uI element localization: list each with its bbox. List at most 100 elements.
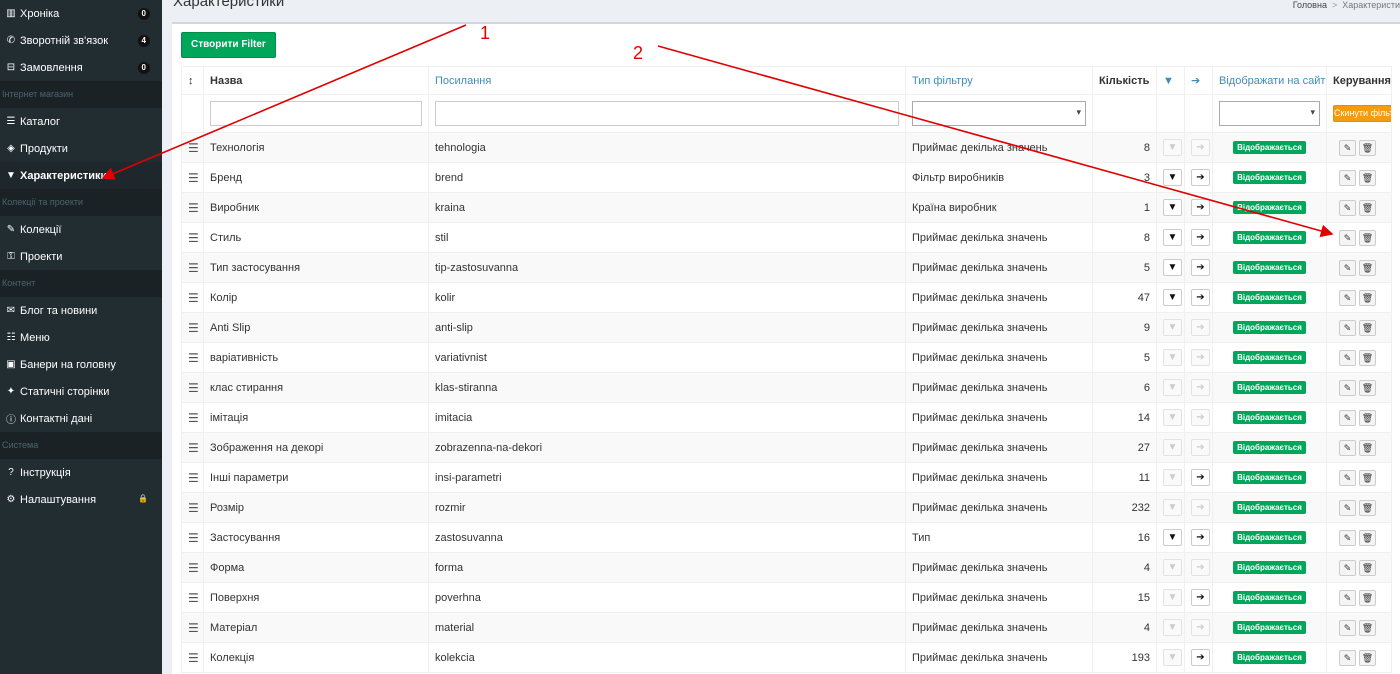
- status-badge[interactable]: Відображається: [1233, 381, 1306, 394]
- drag-handle-icon[interactable]: ☰: [181, 252, 204, 283]
- sidebar-item-14[interactable]: ✦ Статичні сторінки: [0, 378, 162, 405]
- arrow-right-icon[interactable]: ➔: [1191, 289, 1210, 306]
- filter-toggle-icon[interactable]: ▼: [1163, 499, 1182, 516]
- sidebar-item-4[interactable]: ☰ Каталог: [0, 108, 162, 135]
- delete-icon[interactable]: 🗑: [1359, 319, 1376, 336]
- status-badge[interactable]: Відображається: [1233, 261, 1306, 274]
- status-badge[interactable]: Відображається: [1233, 471, 1306, 484]
- filter-toggle-icon[interactable]: ▼: [1163, 619, 1182, 636]
- edit-icon[interactable]: ✎: [1339, 379, 1356, 396]
- status-badge[interactable]: Відображається: [1233, 171, 1306, 184]
- create-filter-button[interactable]: Створити Filter: [181, 32, 276, 58]
- drag-handle-icon[interactable]: ☰: [181, 552, 204, 583]
- drag-handle-icon[interactable]: ☰: [181, 582, 204, 613]
- breadcrumb-home[interactable]: Головна: [1293, 0, 1327, 10]
- filter-toggle-icon[interactable]: ▼: [1163, 349, 1182, 366]
- drag-handle-icon[interactable]: ☰: [181, 222, 204, 253]
- edit-icon[interactable]: ✎: [1339, 499, 1356, 516]
- edit-icon[interactable]: ✎: [1339, 319, 1356, 336]
- drag-handle-icon[interactable]: ☰: [181, 402, 204, 433]
- filter-toggle-icon[interactable]: ▼: [1163, 379, 1182, 396]
- sidebar-item-1[interactable]: ✆ Зворотній зв'язок 4: [0, 27, 162, 54]
- arrow-right-icon[interactable]: ➔: [1191, 169, 1210, 186]
- sidebar-item-5[interactable]: ◈ Продукти: [0, 135, 162, 162]
- edit-icon[interactable]: ✎: [1339, 559, 1356, 576]
- delete-icon[interactable]: 🗑: [1359, 589, 1376, 606]
- drag-handle-icon[interactable]: ☰: [181, 522, 204, 553]
- status-badge[interactable]: Відображається: [1233, 201, 1306, 214]
- status-badge[interactable]: Відображається: [1233, 591, 1306, 604]
- arrow-right-icon[interactable]: ➔: [1191, 319, 1210, 336]
- delete-icon[interactable]: 🗑: [1359, 499, 1376, 516]
- delete-icon[interactable]: 🗑: [1359, 139, 1376, 156]
- edit-icon[interactable]: ✎: [1339, 619, 1356, 636]
- drag-handle-icon[interactable]: ☰: [181, 312, 204, 343]
- edit-icon[interactable]: ✎: [1339, 589, 1356, 606]
- sidebar-item-0[interactable]: ▥ Хроніка 0: [0, 0, 162, 27]
- arrow-right-icon[interactable]: ➔: [1191, 139, 1210, 156]
- arrow-column-icon[interactable]: ➔: [1184, 66, 1213, 95]
- sidebar-item-12[interactable]: ☷ Меню: [0, 324, 162, 351]
- delete-icon[interactable]: 🗑: [1359, 199, 1376, 216]
- drag-handle-icon[interactable]: ☰: [181, 162, 204, 193]
- filter-toggle-icon[interactable]: ▼: [1163, 229, 1182, 246]
- sidebar-item-17[interactable]: ? Інструкція: [0, 459, 162, 486]
- arrow-right-icon[interactable]: ➔: [1191, 409, 1210, 426]
- delete-icon[interactable]: 🗑: [1359, 229, 1376, 246]
- edit-icon[interactable]: ✎: [1339, 199, 1356, 216]
- drag-handle-icon[interactable]: ☰: [181, 282, 204, 313]
- sort-column-header[interactable]: ↕: [181, 66, 204, 95]
- filter-toggle-icon[interactable]: ▼: [1163, 529, 1182, 546]
- arrow-right-icon[interactable]: ➔: [1191, 199, 1210, 216]
- edit-icon[interactable]: ✎: [1339, 529, 1356, 546]
- arrow-right-icon[interactable]: ➔: [1191, 229, 1210, 246]
- sidebar-item-13[interactable]: ▣ Банери на головну: [0, 351, 162, 378]
- visible-filter-select[interactable]: [1219, 101, 1320, 126]
- arrow-right-icon[interactable]: ➔: [1191, 379, 1210, 396]
- delete-icon[interactable]: 🗑: [1359, 259, 1376, 276]
- edit-icon[interactable]: ✎: [1339, 259, 1356, 276]
- filter-toggle-icon[interactable]: ▼: [1163, 139, 1182, 156]
- arrow-right-icon[interactable]: ➔: [1191, 619, 1210, 636]
- drag-handle-icon[interactable]: ☰: [181, 192, 204, 223]
- type-column-header[interactable]: Тип фільтру: [905, 66, 1093, 95]
- arrow-right-icon[interactable]: ➔: [1191, 529, 1210, 546]
- delete-icon[interactable]: 🗑: [1359, 169, 1376, 186]
- edit-icon[interactable]: ✎: [1339, 469, 1356, 486]
- filter-column-icon[interactable]: ▼: [1156, 66, 1185, 95]
- sidebar-item-18[interactable]: ⚙ Налаштування 🔒: [0, 486, 162, 513]
- arrow-right-icon[interactable]: ➔: [1191, 649, 1210, 666]
- delete-icon[interactable]: 🗑: [1359, 529, 1376, 546]
- delete-icon[interactable]: 🗑: [1359, 469, 1376, 486]
- edit-icon[interactable]: ✎: [1339, 229, 1356, 246]
- drag-handle-icon[interactable]: ☰: [181, 372, 204, 403]
- status-badge[interactable]: Відображається: [1233, 351, 1306, 364]
- edit-icon[interactable]: ✎: [1339, 349, 1356, 366]
- filter-toggle-icon[interactable]: ▼: [1163, 319, 1182, 336]
- filter-toggle-icon[interactable]: ▼: [1163, 409, 1182, 426]
- filter-toggle-icon[interactable]: ▼: [1163, 559, 1182, 576]
- sidebar-item-15[interactable]: ⓘ Контактні дані: [0, 405, 162, 432]
- drag-handle-icon[interactable]: ☰: [181, 132, 204, 163]
- delete-icon[interactable]: 🗑: [1359, 559, 1376, 576]
- arrow-right-icon[interactable]: ➔: [1191, 589, 1210, 606]
- filter-toggle-icon[interactable]: ▼: [1163, 199, 1182, 216]
- drag-handle-icon[interactable]: ☰: [181, 492, 204, 523]
- filter-toggle-icon[interactable]: ▼: [1163, 259, 1182, 276]
- type-filter-select[interactable]: [912, 101, 1086, 126]
- arrow-right-icon[interactable]: ➔: [1191, 559, 1210, 576]
- filter-toggle-icon[interactable]: ▼: [1163, 169, 1182, 186]
- status-badge[interactable]: Відображається: [1233, 651, 1306, 664]
- filter-toggle-icon[interactable]: ▼: [1163, 649, 1182, 666]
- arrow-right-icon[interactable]: ➔: [1191, 349, 1210, 366]
- filter-toggle-icon[interactable]: ▼: [1163, 589, 1182, 606]
- edit-icon[interactable]: ✎: [1339, 439, 1356, 456]
- edit-icon[interactable]: ✎: [1339, 169, 1356, 186]
- edit-icon[interactable]: ✎: [1339, 289, 1356, 306]
- delete-icon[interactable]: 🗑: [1359, 379, 1376, 396]
- drag-handle-icon[interactable]: ☰: [181, 432, 204, 463]
- edit-icon[interactable]: ✎: [1339, 409, 1356, 426]
- arrow-right-icon[interactable]: ➔: [1191, 259, 1210, 276]
- drag-handle-icon[interactable]: ☰: [181, 612, 204, 643]
- status-badge[interactable]: Відображається: [1233, 141, 1306, 154]
